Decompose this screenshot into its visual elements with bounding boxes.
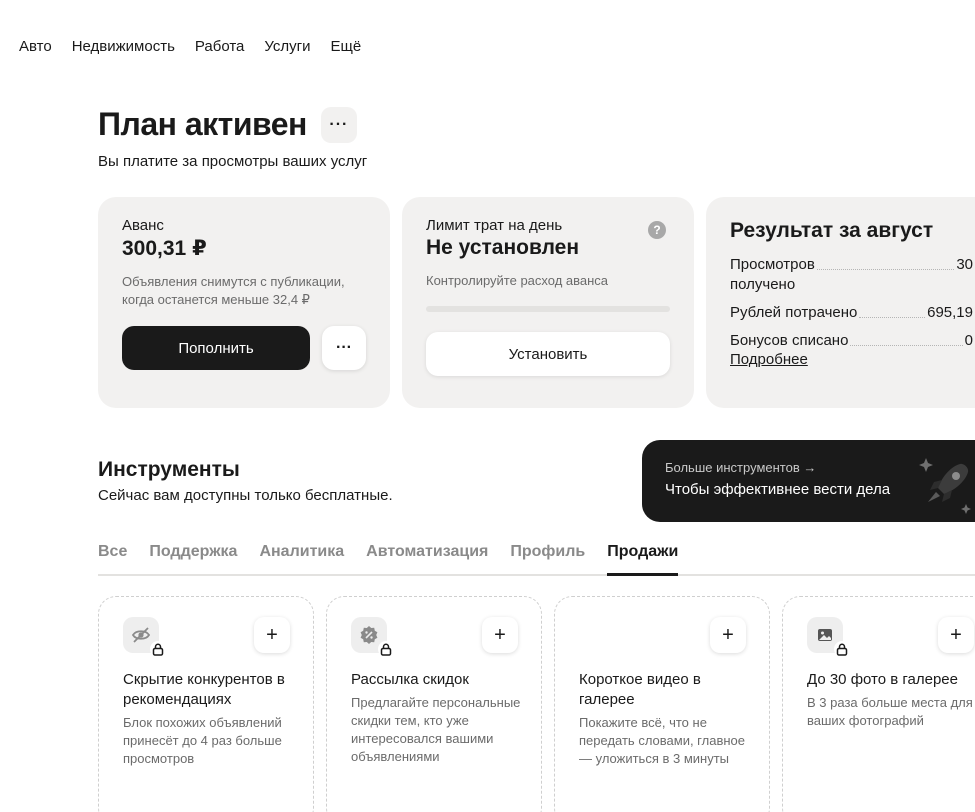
stat-views-label-2: получено [730, 276, 796, 293]
lock-icon [378, 641, 394, 657]
stat-spent-label: Рублей потрачено [730, 304, 858, 321]
advance-note: Объявления снимутся с публикации, когда … [122, 274, 345, 307]
tab-automation[interactable]: Автоматизация [366, 543, 488, 574]
lock-icon [150, 641, 166, 657]
tool-name: Скрытие конкурентов в рекомендациях [123, 671, 285, 708]
tool-desc: Покажите всё, что не передать словами, г… [579, 715, 746, 766]
nav-item-realty[interactable]: Недвижимость [72, 38, 175, 55]
stat-views: Просмотров 30 получено [730, 255, 975, 295]
add-tool-button[interactable]: + [938, 617, 974, 653]
advance-card: Аванс 300,31 ₽ Объявления снимутся с пуб… [98, 197, 390, 408]
tool-card-discounts[interactable]: + Рассылка скидок Предлагайте персональн… [326, 596, 542, 812]
stat-leader [859, 317, 926, 318]
tool-card-hide-competitors[interactable]: + Скрытие конкурентов в рекомендациях Бл… [98, 596, 314, 812]
tools-subtitle: Сейчас вам доступны только бесплатные. [98, 487, 393, 504]
stat-views-value: 30 [956, 256, 973, 273]
stat-bonus: Бонусов списано 0 [730, 331, 975, 351]
nav-item-jobs[interactable]: Работа [195, 38, 245, 55]
page-title: План активен [98, 106, 307, 142]
tab-analytics[interactable]: Аналитика [259, 543, 344, 574]
tool-name: До 30 фото в галерее [807, 671, 958, 688]
nav-item-more[interactable]: Ещё [331, 38, 362, 55]
advance-more-button[interactable]: ··· [322, 326, 366, 370]
plan-header: План активен ··· [98, 106, 357, 143]
lock-icon [834, 641, 850, 657]
limit-label: Лимит трат на день [426, 217, 563, 234]
rocket-icon [919, 458, 971, 514]
stat-leader [850, 345, 963, 346]
tool-desc: Блок похожих объявлений принесёт до 4 ра… [123, 715, 282, 766]
tool-desc: Предлагайте персональные скидки тем, кто… [351, 695, 521, 764]
topup-button[interactable]: Пополнить [122, 326, 310, 370]
stat-bonus-label: Бонусов списано [730, 332, 849, 349]
nav-item-services[interactable]: Услуги [264, 38, 310, 55]
stat-views-label: Просмотров [730, 256, 815, 273]
add-tool-button[interactable]: + [482, 617, 518, 653]
stat-spent-value: 695,19 [927, 304, 973, 321]
tool-card-30-photos[interactable]: + До 30 фото в галерее В 3 раза больше м… [782, 596, 975, 812]
tool-desc: В 3 раза больше места для ваших фотограф… [807, 695, 973, 728]
tool-name: Рассылка скидок [351, 671, 469, 688]
result-card: Результат за август Просмотров 30 получе… [706, 197, 975, 408]
advance-label: Аванс [122, 217, 164, 234]
stat-bonus-value: 0 [964, 332, 973, 349]
set-limit-button[interactable]: Установить [426, 332, 670, 376]
page-subtitle: Вы платите за просмотры ваших услуг [98, 153, 368, 170]
advance-amount: 300,31 ₽ [122, 237, 207, 260]
limit-progress-bar [426, 306, 670, 312]
stat-spent: Рублей потрачено 695,19 [730, 303, 975, 323]
tool-name: Короткое видео в галерее [579, 671, 701, 708]
help-icon[interactable]: ? [648, 221, 666, 239]
more-tools-banner[interactable]: Больше инструментов → Чтобы эффективнее … [642, 440, 975, 522]
add-tool-button[interactable]: + [254, 617, 290, 653]
limit-value: Не установлен [426, 236, 580, 259]
tool-card-short-video[interactable]: + Короткое видео в галерее Покажите всё,… [554, 596, 770, 812]
plan-more-button[interactable]: ··· [320, 106, 357, 143]
nav-item-auto[interactable]: Авто [19, 38, 52, 55]
tab-sales[interactable]: Продажи [607, 543, 679, 576]
tools-title: Инструменты [98, 458, 240, 481]
stat-leader [816, 269, 955, 270]
limit-note: Контролируйте расход аванса [426, 273, 609, 288]
top-nav: Авто Недвижимость Работа Услуги Ещё [19, 38, 361, 55]
tab-profile[interactable]: Профиль [510, 543, 585, 574]
tab-all[interactable]: Все [98, 543, 127, 574]
add-tool-button[interactable]: + [710, 617, 746, 653]
tools-tabs: Все Поддержка Аналитика Автоматизация Пр… [98, 543, 975, 576]
result-title: Результат за август [730, 219, 934, 242]
details-link[interactable]: Подробнее [730, 351, 975, 368]
tab-support[interactable]: Поддержка [149, 543, 237, 574]
daily-limit-card: Лимит трат на день Не установлен Контрол… [402, 197, 694, 408]
